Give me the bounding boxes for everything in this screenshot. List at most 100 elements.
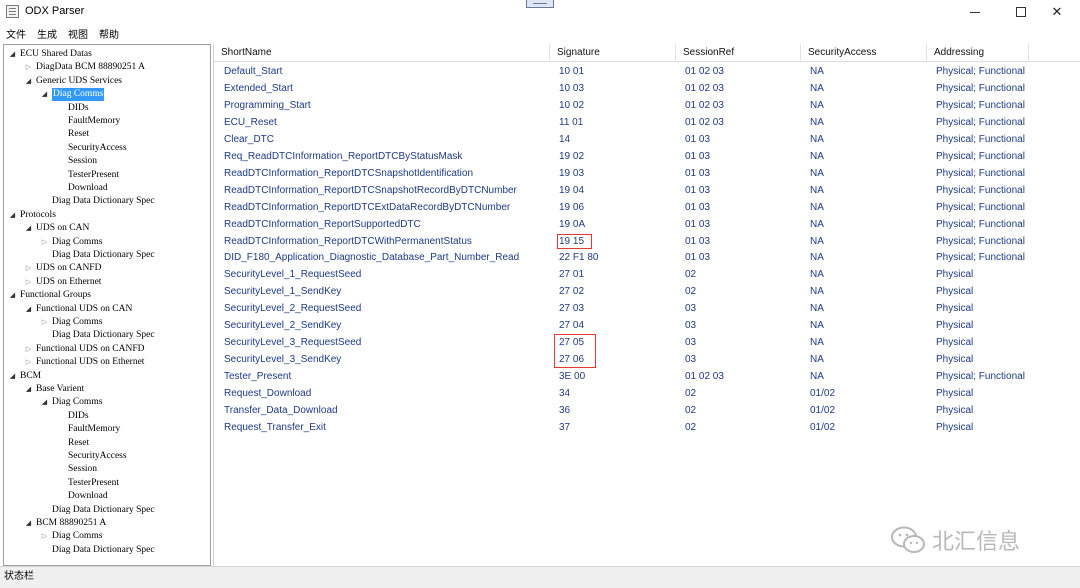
tree-item[interactable]: DIDs — [4, 102, 210, 115]
cell-shortname: Clear_DTC — [224, 133, 275, 145]
tree-item[interactable]: FaultMemory — [4, 115, 210, 128]
tree-item[interactable]: ▷ UDS on Ethernet — [4, 276, 210, 289]
expanded-arrow-icon[interactable]: ◢ — [8, 289, 17, 302]
tree-item[interactable]: ▷ Diag Comms — [4, 316, 210, 329]
header-col-signature[interactable]: Signature — [550, 44, 676, 62]
table-row[interactable]: Clear_DTC 14 01 03 NA Physical; Functional — [214, 131, 1080, 148]
table-row[interactable]: Request_Transfer_Exit 37 02 01/02 Physical — [214, 419, 1080, 436]
collapsed-arrow-icon[interactable]: ▷ — [40, 530, 49, 543]
table-row[interactable]: Tester_Present 3E 00 01 02 03 NA Physical; F… — [214, 368, 1080, 385]
close-button[interactable]: ✕ — [1034, 0, 1080, 24]
tree-item[interactable]: ▷ Functional UDS on Ethernet — [4, 356, 210, 369]
expanded-arrow-icon[interactable]: ◢ — [24, 75, 33, 88]
tree-item[interactable]: ◢ Base Varient — [4, 383, 210, 396]
tree-item[interactable]: ▷ UDS on CANFD — [4, 262, 210, 275]
table-row[interactable]: ReadDTCInformation_ReportDTCExtDataRecor… — [214, 199, 1080, 216]
table-row[interactable]: ReadDTCInformation_ReportDTCSnapshotReco… — [214, 182, 1080, 199]
table-row[interactable]: SecurityLevel_1_SendKey 27 02 02 NA Physical — [214, 283, 1080, 300]
header-col-sessionref[interactable]: SessionRef — [676, 44, 801, 62]
tree-item[interactable]: Diag Data Dictionary Spec — [4, 249, 210, 262]
tree-item[interactable]: TesterPresent — [4, 477, 210, 490]
collapsed-arrow-icon[interactable]: ▷ — [40, 316, 49, 329]
table-row[interactable]: Programming_Start 10 02 01 02 03 NA Physical… — [214, 97, 1080, 114]
tree-item[interactable]: ▷ DiagData BCM 88890251 A — [4, 61, 210, 74]
table-row[interactable]: Default_Start 10 01 01 02 03 NA Physical; Fu… — [214, 63, 1080, 80]
table-row[interactable]: ReadDTCInformation_ReportSupportedDTC 19 … — [214, 216, 1080, 233]
tree-item[interactable]: ◢ BCM — [4, 370, 210, 383]
tree-item[interactable]: ▷ Diag Comms — [4, 530, 210, 543]
tree-item[interactable]: FaultMemory — [4, 423, 210, 436]
menu-generate[interactable]: 生成 — [37, 26, 57, 41]
table-row[interactable]: SecurityLevel_2_SendKey 27 04 03 NA Physical — [214, 317, 1080, 334]
tree-item[interactable]: Reset — [4, 128, 210, 141]
tree-item[interactable]: Diag Data Dictionary Spec — [4, 504, 210, 517]
diag-comms-grid[interactable]: ShortName Signature SessionRef SecurityAcce… — [213, 44, 1080, 566]
tree-item-label: TesterPresent — [68, 477, 120, 488]
cell-securityaccess: NA — [810, 337, 824, 349]
tree-item[interactable]: ◢ UDS on CAN — [4, 222, 210, 235]
tree-item[interactable]: ◢ Functional Groups — [4, 289, 210, 302]
header-col-shortname[interactable]: ShortName — [214, 44, 550, 62]
collapsed-arrow-icon[interactable]: ▷ — [40, 236, 49, 249]
snap-handle-icon[interactable] — [526, 0, 554, 8]
table-row[interactable]: SecurityLevel_3_RequestSeed 27 05 03 NA Phys… — [214, 334, 1080, 351]
tree-item[interactable]: ▷ Functional UDS on CANFD — [4, 343, 210, 356]
tree-item[interactable]: Session — [4, 463, 210, 476]
expanded-arrow-icon[interactable]: ◢ — [24, 383, 33, 396]
collapsed-arrow-icon[interactable]: ▷ — [24, 343, 33, 356]
table-row[interactable]: DID_F180_Application_Diagnostic_Database… — [214, 249, 1080, 266]
collapsed-arrow-icon[interactable]: ▷ — [24, 356, 33, 369]
table-row[interactable]: ReadDTCInformation_ReportDTCSnapshotIden… — [214, 165, 1080, 182]
tree-item[interactable]: Download — [4, 490, 210, 503]
cell-sessionref: 01 02 03 — [685, 66, 724, 77]
cell-addressing: Physical — [936, 286, 974, 298]
collapsed-arrow-icon[interactable]: ▷ — [24, 262, 33, 275]
table-row[interactable]: Request_Download 34 02 01/02 Physical — [214, 385, 1080, 402]
tree-item[interactable]: SecurityAccess — [4, 142, 210, 155]
table-row[interactable]: SecurityLevel_3_SendKey 27 06 03 NA Physical — [214, 351, 1080, 368]
odx-tree-view[interactable]: ◢ ECU Shared Datas ▷ DiagData BCM 88890251 … — [3, 44, 211, 566]
tree-item[interactable]: ◢ Diag Comms — [4, 88, 210, 102]
table-row[interactable]: ECU_Reset 11 01 01 02 03 NA Physical; Functi… — [214, 114, 1080, 131]
collapsed-arrow-icon[interactable]: ▷ — [24, 276, 33, 289]
cell-shortname: SecurityLevel_1_RequestSeed — [224, 269, 362, 281]
tree-item[interactable]: ◢ ECU Shared Datas — [4, 48, 210, 61]
tree-item[interactable]: Diag Data Dictionary Spec — [4, 195, 210, 208]
tree-item[interactable]: ◢ BCM 88890251 A — [4, 517, 210, 530]
expanded-arrow-icon[interactable]: ◢ — [40, 88, 49, 101]
header-col-addressing[interactable]: Addressing — [927, 44, 1029, 62]
minimize-button[interactable] — [952, 0, 998, 24]
tree-item[interactable]: ◢ Generic UDS Services — [4, 75, 210, 88]
table-row[interactable]: Extended_Start 10 03 01 02 03 NA Physical; F… — [214, 80, 1080, 97]
table-row[interactable]: Transfer_Data_Download 36 02 01/02 Physical — [214, 402, 1080, 419]
tree-item[interactable]: Diag Data Dictionary Spec — [4, 544, 210, 557]
expanded-arrow-icon[interactable]: ◢ — [40, 396, 49, 409]
tree-item[interactable]: SecurityAccess — [4, 450, 210, 463]
menu-file[interactable]: 文件 — [6, 26, 26, 41]
tree-item[interactable]: TesterPresent — [4, 169, 210, 182]
table-row[interactable]: Req_ReadDTCInformation_ReportDTCByStatus… — [214, 148, 1080, 165]
tree-item[interactable]: ▷ Diag Comms — [4, 236, 210, 249]
menu-help[interactable]: 帮助 — [99, 26, 119, 41]
expanded-arrow-icon[interactable]: ◢ — [8, 209, 17, 222]
collapsed-arrow-icon[interactable]: ▷ — [24, 61, 33, 74]
expanded-arrow-icon[interactable]: ◢ — [8, 370, 17, 383]
table-row[interactable]: ReadDTCInformation_ReportDTCWithPermanen… — [214, 233, 1080, 250]
expanded-arrow-icon[interactable]: ◢ — [24, 222, 33, 235]
table-row[interactable]: SecurityLevel_1_RequestSeed 27 01 02 NA Phys… — [214, 266, 1080, 283]
tree-item[interactable]: Reset — [4, 437, 210, 450]
expanded-arrow-icon[interactable]: ◢ — [24, 303, 33, 316]
tree-item-label: Diag Data Dictionary Spec — [52, 504, 155, 515]
menu-view[interactable]: 视图 — [68, 26, 88, 41]
tree-item[interactable]: ◢ Functional UDS on CAN — [4, 303, 210, 316]
tree-item[interactable]: ◢ Diag Comms — [4, 396, 210, 409]
tree-item[interactable]: Diag Data Dictionary Spec — [4, 329, 210, 342]
expanded-arrow-icon[interactable]: ◢ — [8, 48, 17, 61]
tree-item[interactable]: Download — [4, 182, 210, 195]
header-col-securityaccess[interactable]: SecurityAccess — [801, 44, 927, 62]
tree-item[interactable]: DIDs — [4, 410, 210, 423]
table-row[interactable]: SecurityLevel_2_RequestSeed 27 03 03 NA Phys… — [214, 300, 1080, 317]
tree-item[interactable]: Session — [4, 155, 210, 168]
tree-item[interactable]: ◢ Protocols — [4, 209, 210, 222]
expanded-arrow-icon[interactable]: ◢ — [24, 517, 33, 530]
